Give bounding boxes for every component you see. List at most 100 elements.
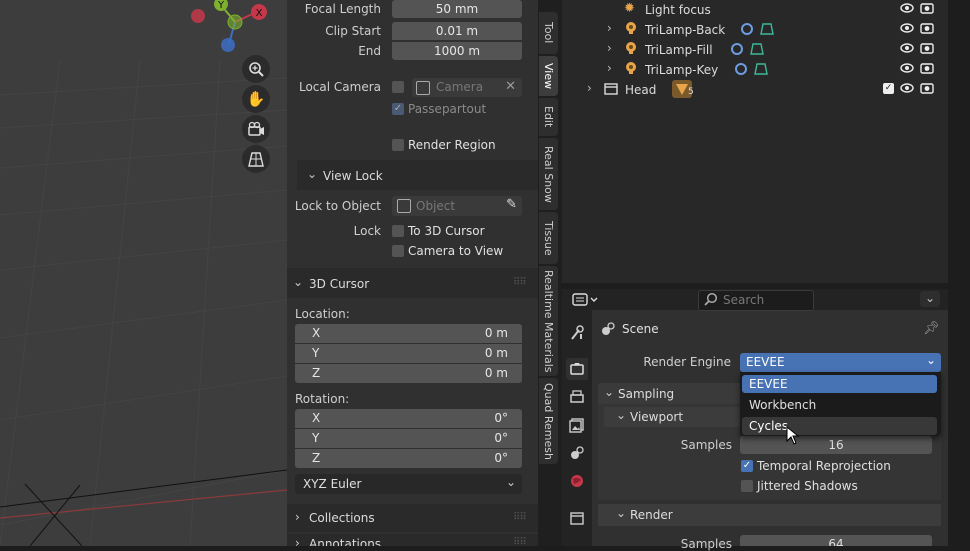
camera-icon[interactable] xyxy=(242,115,270,143)
pin-icon[interactable]: 📌︎ xyxy=(923,321,940,336)
camera-object-icon xyxy=(416,81,430,95)
eye-icon[interactable] xyxy=(900,41,914,55)
passepartout-checkbox[interactable]: ✓ xyxy=(392,103,404,115)
camera-to-view-checkbox[interactable] xyxy=(392,245,404,257)
tab-tool[interactable]: Tool xyxy=(539,12,558,54)
constraint-icon[interactable] xyxy=(730,42,746,56)
annotations-title: Annotations xyxy=(309,537,382,546)
tab-real-snow[interactable]: Real Snow xyxy=(539,138,558,210)
outliner-row[interactable]: › TriLamp-Back xyxy=(562,20,948,40)
camera-placeholder: Camera xyxy=(436,80,484,94)
camera-render-icon[interactable] xyxy=(920,1,934,15)
to-3d-cursor-checkbox[interactable] xyxy=(392,225,404,237)
drag-handle-icon[interactable]: ⠿⠿ xyxy=(513,512,527,523)
chevron-right-icon[interactable]: › xyxy=(607,21,612,35)
camera-render-icon[interactable] xyxy=(920,41,934,55)
drag-handle-icon[interactable]: ⠿⠿ xyxy=(513,537,527,546)
camera-selector[interactable]: Camera ✕ xyxy=(412,78,522,97)
navigation-gizmo[interactable]: Y X xyxy=(188,0,268,56)
clip-end-field[interactable]: 1000 m xyxy=(392,42,522,60)
hand-icon[interactable]: ✋ xyxy=(242,85,270,113)
clip-start-label: Clip Start xyxy=(325,24,381,38)
light-data-icon[interactable] xyxy=(750,42,764,56)
search-placeholder: Search xyxy=(723,293,765,307)
drag-handle-icon[interactable]: ⠿⠿ xyxy=(513,277,527,288)
outliner-row[interactable]: › Head 5 ✓ xyxy=(562,80,948,100)
scene-properties-icon[interactable] xyxy=(566,442,588,464)
rotation-z-field[interactable]: Z 0° xyxy=(295,449,522,468)
chevron-down-icon: ⌄ xyxy=(293,275,304,289)
constraint-icon[interactable] xyxy=(734,62,750,76)
jittered-shadows-checkbox[interactable] xyxy=(741,480,753,492)
chevron-right-icon[interactable]: › xyxy=(607,41,612,55)
collections-header[interactable]: › Collections ⠿⠿ xyxy=(287,504,538,532)
view-layer-icon[interactable] xyxy=(566,414,588,436)
chevron-right-icon[interactable]: › xyxy=(607,61,612,75)
viewport-samples-field[interactable]: 16 xyxy=(740,436,932,454)
outliner-item-name: Head xyxy=(625,83,657,97)
chevron-right-icon: › xyxy=(295,536,300,546)
render-engine-dropdown[interactable]: EEVEE ⌄ xyxy=(740,353,941,372)
temporal-reprojection-checkbox[interactable]: ✓ xyxy=(741,460,753,472)
eye-icon[interactable] xyxy=(900,1,914,15)
tab-edit[interactable]: Edit xyxy=(539,98,558,136)
render-properties-icon[interactable] xyxy=(566,358,588,380)
focal-length-field[interactable]: 50 mm xyxy=(392,0,522,18)
render-samples-field[interactable]: 64 xyxy=(740,535,932,546)
render-engine-value: EEVEE xyxy=(746,355,785,369)
tab-view[interactable]: View xyxy=(539,56,558,96)
output-properties-icon[interactable] xyxy=(566,386,588,408)
eye-icon[interactable] xyxy=(900,81,914,95)
local-camera-checkbox[interactable] xyxy=(392,81,404,93)
grid-icon[interactable] xyxy=(242,145,270,173)
child-count-badge: 5 xyxy=(688,87,694,97)
render-subheader[interactable]: ⌄ Render xyxy=(598,504,941,526)
outliner-item-name: TriLamp-Fill xyxy=(645,43,713,57)
location-z-field[interactable]: Z 0 m xyxy=(295,364,522,383)
eye-icon[interactable] xyxy=(900,61,914,75)
search-input[interactable]: Search xyxy=(698,290,814,311)
eyedropper-icon[interactable]: ✎ xyxy=(506,197,517,212)
clear-icon[interactable]: ✕ xyxy=(505,79,516,94)
collection-properties-icon[interactable] xyxy=(566,507,588,529)
menu-item-eevee[interactable]: EEVEE xyxy=(742,375,937,393)
include-checkbox[interactable]: ✓ xyxy=(883,83,894,94)
tab-quad-remesh[interactable]: Quad Remesh xyxy=(539,378,558,464)
camera-render-icon[interactable] xyxy=(920,81,934,95)
chevron-right-icon[interactable]: › xyxy=(587,81,592,95)
rotation-x-field[interactable]: X 0° xyxy=(295,409,522,428)
chevron-down-icon[interactable]: ⌄ xyxy=(920,291,940,307)
zoom-icon[interactable] xyxy=(242,55,270,83)
location-x-field[interactable]: X 0 m xyxy=(295,324,522,343)
outliner-row[interactable]: ✹ Light focus xyxy=(562,0,948,20)
chevron-down-icon: ⌄ xyxy=(307,167,318,181)
annotations-header[interactable]: › Annotations ⠿⠿ xyxy=(287,534,538,546)
clip-start-field[interactable]: 0.01 m xyxy=(392,22,522,40)
light-data-icon[interactable] xyxy=(760,22,774,36)
rotation-y-field[interactable]: Y 0° xyxy=(295,429,522,448)
outliner-row[interactable]: › TriLamp-Key xyxy=(562,60,948,80)
world-properties-icon[interactable] xyxy=(566,470,588,492)
light-data-icon[interactable] xyxy=(754,62,768,76)
tab-tissue[interactable]: Tissue xyxy=(539,212,558,264)
3d-cursor-header[interactable]: ⌄ 3D Cursor ⠿⠿ xyxy=(287,268,538,298)
3d-viewport[interactable]: Y X ✋ xyxy=(0,0,287,546)
menu-item-workbench[interactable]: Workbench xyxy=(742,396,937,414)
render-region-checkbox[interactable] xyxy=(392,139,404,151)
outliner-row[interactable]: › TriLamp-Fill xyxy=(562,40,948,60)
render-region-label: Render Region xyxy=(408,138,496,152)
location-label: Location: xyxy=(295,307,350,321)
location-y-field[interactable]: Y 0 m xyxy=(295,344,522,363)
rotation-mode-dropdown[interactable]: XYZ Euler ⌄ xyxy=(295,474,522,494)
tab-realtime-materials[interactable]: Realtime Materials xyxy=(539,266,558,376)
menu-item-cycles[interactable]: Cycles xyxy=(742,417,937,435)
camera-render-icon[interactable] xyxy=(920,21,934,35)
eye-icon[interactable] xyxy=(900,21,914,35)
editor-type-icon[interactable] xyxy=(572,291,600,308)
camera-render-icon[interactable] xyxy=(920,61,934,75)
lock-object-selector[interactable]: Object ✎ xyxy=(392,196,522,216)
to-3d-cursor-label: To 3D Cursor xyxy=(408,224,485,238)
tool-settings-icon[interactable] xyxy=(566,322,588,344)
view-lock-header[interactable]: ⌄ View Lock xyxy=(297,160,538,190)
constraint-icon[interactable] xyxy=(740,22,756,36)
